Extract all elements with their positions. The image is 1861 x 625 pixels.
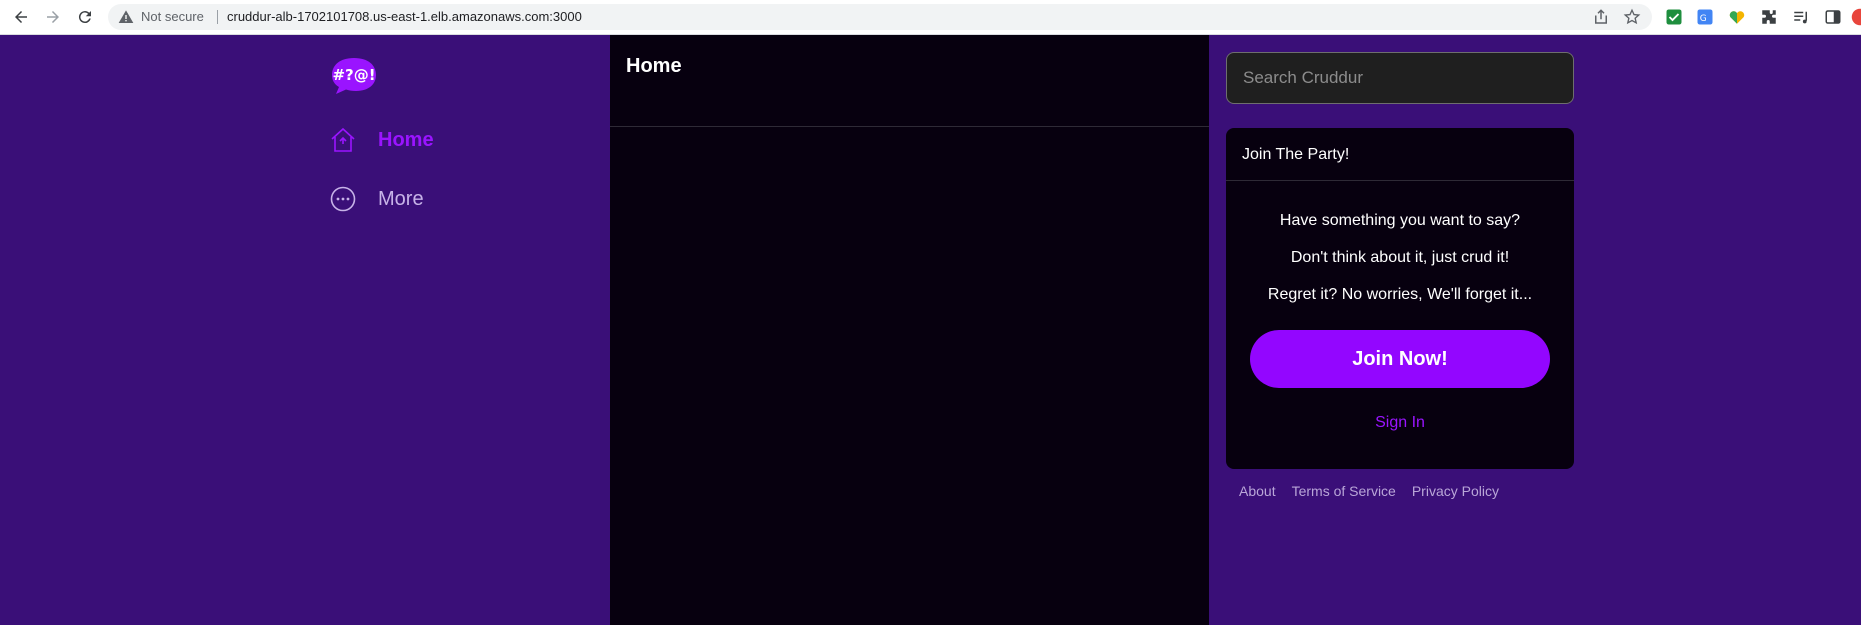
feed-header: Home — [610, 35, 1209, 127]
forward-arrow-icon — [47, 11, 59, 23]
back-button[interactable] — [8, 4, 34, 30]
join-tagline: Don't think about it, just crud it! — [1290, 249, 1510, 266]
join-card: Join The Party! Have something you want … — [1226, 128, 1574, 469]
footer-links: About Terms of Service Privacy Policy — [1239, 483, 1515, 499]
home-icon — [331, 127, 355, 152]
warning-icon — [118, 10, 134, 23]
sign-in-link[interactable]: Sign In — [1226, 414, 1574, 432]
footer-link-terms[interactable]: Terms of Service — [1292, 483, 1396, 499]
heart-extension-icon[interactable] — [1728, 8, 1746, 26]
footer-link-about[interactable]: About — [1239, 483, 1276, 499]
share-icon[interactable] — [1592, 8, 1610, 26]
footer-link-privacy[interactable]: Privacy Policy — [1412, 483, 1499, 499]
reload-icon — [78, 11, 91, 24]
join-card-title: Join The Party! — [1226, 128, 1574, 181]
more-icon — [330, 186, 356, 212]
bookmark-star-icon[interactable] — [1623, 8, 1641, 26]
join-tagline: Regret it? No worries, We'll forget it..… — [1267, 286, 1533, 303]
reload-button[interactable] — [72, 4, 98, 30]
reading-list-icon[interactable] — [1792, 8, 1810, 26]
search-input[interactable] — [1226, 52, 1574, 104]
translate-extension-icon[interactable]: G — [1696, 8, 1714, 26]
join-now-button[interactable]: Join Now! — [1250, 330, 1550, 388]
address-bar[interactable]: Not secure cruddur-alb-1702101708.us-eas… — [108, 4, 1652, 30]
url-text[interactable]: cruddur-alb-1702101708.us-east-1.elb.ama… — [227, 9, 582, 24]
extensions-puzzle-icon[interactable] — [1760, 8, 1778, 26]
sidebar-item-label: More — [378, 187, 424, 210]
sidebar-item-label: Home — [378, 128, 434, 151]
sidebar-item-home[interactable]: Home — [330, 122, 434, 158]
join-tagline: Have something you want to say? — [1279, 212, 1521, 229]
profile-avatar-icon[interactable] — [1851, 8, 1861, 26]
address-divider — [217, 10, 218, 24]
forward-button[interactable] — [40, 4, 66, 30]
main-feed: Home — [610, 35, 1209, 625]
logo-text: #?@! — [332, 66, 375, 84]
browser-toolbar: Not secure cruddur-alb-1702101708.us-eas… — [0, 0, 1861, 35]
side-panel-icon[interactable] — [1824, 8, 1842, 26]
back-arrow-icon — [15, 11, 27, 23]
page-title: Home — [626, 55, 682, 77]
check-extension-icon[interactable] — [1665, 8, 1683, 26]
svg-text:G: G — [1700, 14, 1707, 24]
sidebar-item-more[interactable]: More — [330, 181, 424, 217]
cruddur-logo[interactable]: #?@! — [330, 56, 378, 96]
security-label[interactable]: Not secure — [141, 9, 204, 24]
